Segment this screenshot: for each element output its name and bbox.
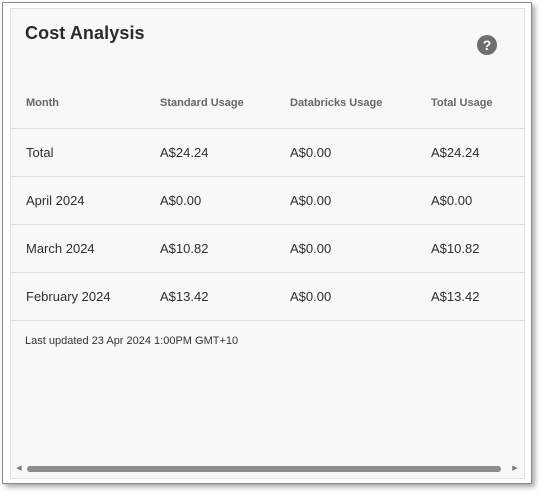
standard-usage-cell: A$0.00 <box>160 193 202 208</box>
databricks-usage-cell: A$0.00 <box>290 193 332 208</box>
table-row: April 2024 A$0.00 A$0.00 A$0.00 <box>11 177 524 225</box>
table-row: March 2024 A$10.82 A$0.00 A$10.82 <box>11 225 524 273</box>
databricks-usage-cell: A$0.00 <box>290 289 332 304</box>
window-frame: Cost Analysis ? Month Standard Usage Dat… <box>2 2 532 484</box>
column-header-databricks-usage: Databricks Usage <box>290 96 383 109</box>
total-usage-cell: A$0.00 <box>431 193 473 208</box>
horizontal-scrollbar[interactable]: ◀ ▶ <box>11 462 524 476</box>
cost-table: Month Standard Usage Databricks Usage To… <box>11 77 524 321</box>
table-row: February 2024 A$13.42 A$0.00 A$13.42 <box>11 273 524 321</box>
column-header-standard-usage: Standard Usage <box>160 96 244 109</box>
cost-analysis-card: Cost Analysis ? Month Standard Usage Dat… <box>10 8 525 479</box>
scroll-right-arrow-icon[interactable]: ▶ <box>510 464 520 474</box>
total-usage-cell: A$13.42 <box>431 289 480 304</box>
total-usage-cell: A$10.82 <box>431 241 480 256</box>
databricks-usage-cell: A$0.00 <box>290 145 332 160</box>
month-cell: April 2024 <box>26 193 85 208</box>
month-cell: Total <box>26 145 54 160</box>
month-cell: March 2024 <box>26 241 95 256</box>
month-cell: February 2024 <box>26 289 111 304</box>
help-icon[interactable]: ? <box>477 35 497 55</box>
databricks-usage-cell: A$0.00 <box>290 241 332 256</box>
last-updated-text: Last updated 23 Apr 2024 1:00PM GMT+10 <box>25 335 239 347</box>
standard-usage-cell: A$13.42 <box>160 289 209 304</box>
table-header-row: Month Standard Usage Databricks Usage To… <box>11 77 524 129</box>
table-row: Total A$24.24 A$0.00 A$24.24 <box>11 129 524 177</box>
card-title: Cost Analysis <box>25 23 145 43</box>
standard-usage-cell: A$10.82 <box>160 241 209 256</box>
scrollbar-thumb[interactable] <box>27 466 501 472</box>
column-header-total-usage: Total Usage <box>431 96 493 109</box>
column-header-month: Month <box>26 96 59 109</box>
total-usage-cell: A$24.24 <box>431 145 480 160</box>
scroll-left-arrow-icon[interactable]: ◀ <box>14 464 24 474</box>
standard-usage-cell: A$24.24 <box>160 145 209 160</box>
